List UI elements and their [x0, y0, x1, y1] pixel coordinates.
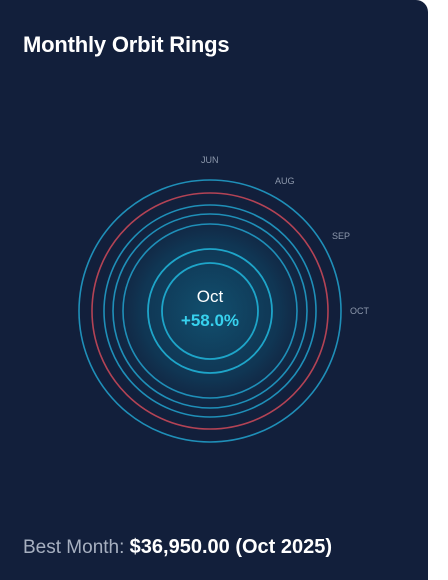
- month-label-sep: SEP: [332, 231, 350, 241]
- orbit-chart: JUN AUG SEP OCT Oct +58.0%: [78, 155, 370, 443]
- month-label-aug: AUG: [275, 176, 295, 186]
- best-month-value: $36,950.00 (Oct 2025): [129, 536, 333, 558]
- month-label-oct: OCT: [350, 306, 370, 316]
- best-month-summary: Best Month: $36,950.00 (Oct 2025): [23, 536, 332, 559]
- best-month-label: Best Month:: [23, 537, 125, 558]
- orbit-card: Monthly Orbit Rings JUN AUG SEP OCT Oct …: [0, 0, 428, 580]
- page-edge: [428, 0, 448, 562]
- month-label-jun: JUN: [201, 155, 219, 165]
- center-change-value: +58.0%: [181, 311, 239, 330]
- center-month-label: Oct: [197, 287, 224, 306]
